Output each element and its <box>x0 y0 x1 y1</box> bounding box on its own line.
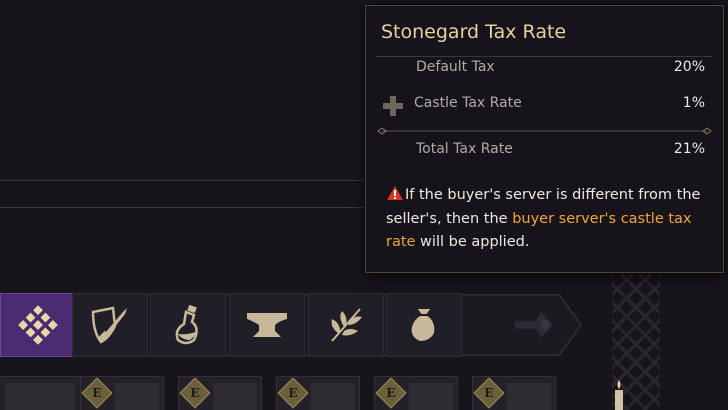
category-bar <box>0 290 600 362</box>
item-image <box>5 383 75 410</box>
item-image <box>115 383 159 410</box>
total-tax-label: Total Tax Rate <box>416 141 513 157</box>
warning-icon <box>386 185 404 201</box>
grade-badge: E <box>473 377 504 408</box>
total-tax-value: 21% <box>674 141 705 157</box>
diamond-grid-icon <box>16 303 60 347</box>
default-tax-value: 20% <box>674 59 705 75</box>
background-divider <box>0 207 372 208</box>
category-potions-button[interactable] <box>150 293 226 357</box>
grade-badge: E <box>277 377 308 408</box>
title-separator <box>376 56 713 57</box>
item-image <box>409 383 453 410</box>
item-slot[interactable]: E <box>472 376 556 410</box>
category-weapons-button[interactable] <box>72 293 148 357</box>
item-slot[interactable]: E <box>178 376 262 410</box>
item-slot[interactable]: E <box>80 376 164 410</box>
ornate-divider <box>376 126 713 136</box>
castle-tax-label: Castle Tax Rate <box>414 95 522 111</box>
category-materials-button[interactable] <box>308 293 384 357</box>
item-slot[interactable] <box>0 376 82 410</box>
background-divider <box>0 180 372 181</box>
potion-icon <box>166 302 210 348</box>
item-image <box>311 383 355 410</box>
castle-tax-value: 1% <box>683 95 705 111</box>
category-all-button[interactable] <box>0 293 76 357</box>
total-tax-row: Total Tax Rate 21% <box>366 141 723 163</box>
grade-badge: E <box>375 377 406 408</box>
pouch-icon <box>402 303 446 347</box>
candle-icon <box>612 380 626 410</box>
leaf-icon <box>324 303 368 347</box>
item-slot[interactable]: E <box>374 376 458 410</box>
tooltip-title: Stonegard Tax Rate <box>381 21 566 43</box>
category-crafting-button[interactable] <box>229 293 305 357</box>
default-tax-row: Default Tax 20% <box>366 59 723 81</box>
note-text-end: will be applied. <box>415 234 529 250</box>
tax-rate-tooltip: Stonegard Tax Rate Default Tax 20% Castl… <box>365 5 724 273</box>
item-image <box>507 383 551 410</box>
sword-shield-icon <box>87 302 133 348</box>
default-tax-label: Default Tax <box>416 59 495 75</box>
server-tax-note: If the buyer's server is different from … <box>386 184 716 255</box>
item-image <box>213 383 257 410</box>
grade-badge: E <box>179 377 210 408</box>
anvil-icon <box>243 305 291 345</box>
item-slot[interactable]: E <box>276 376 360 410</box>
category-bag-button[interactable] <box>386 293 462 357</box>
grade-badge: E <box>81 377 112 408</box>
castle-tax-row: Castle Tax Rate 1% <box>366 95 723 117</box>
